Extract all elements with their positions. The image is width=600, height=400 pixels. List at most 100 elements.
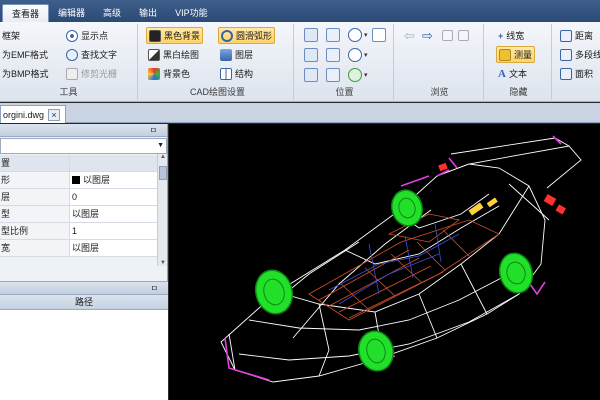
show-points-label: 显示点 xyxy=(81,31,109,41)
property-value[interactable]: 1 xyxy=(70,223,167,239)
background-color-button[interactable]: 背景色 xyxy=(146,65,192,82)
distance-button[interactable]: 距离 xyxy=(558,27,595,44)
property-value[interactable]: 0 xyxy=(70,189,167,205)
property-row[interactable]: 型 以图层 xyxy=(0,206,167,223)
path-list xyxy=(0,310,168,400)
scroll-down-icon[interactable]: ▼ xyxy=(158,260,168,266)
bw-drawing-label: 黑白绘图 xyxy=(163,50,200,60)
hand-icon[interactable] xyxy=(372,28,386,42)
group-browse: ⇦ ⇨ 浏览 xyxy=(396,24,484,100)
drawing-canvas[interactable] xyxy=(169,124,600,400)
show-points-button[interactable]: 显示点 xyxy=(64,27,110,44)
export-bmp-button[interactable]: 为BMP格式 xyxy=(0,65,51,82)
measure-label: 测量 xyxy=(514,50,533,60)
structure-label: 结构 xyxy=(235,69,254,79)
property-value[interactable]: 以图层 xyxy=(70,240,167,256)
trim-raster-button[interactable]: 修剪光栅 xyxy=(64,65,119,82)
properties-scrollbar[interactable]: ▲ ▼ xyxy=(157,154,167,266)
close-icon[interactable]: × xyxy=(48,108,61,121)
back-arrow-icon[interactable]: ⇦ xyxy=(404,28,415,44)
bw-drawing-button[interactable]: 黑白绘图 xyxy=(146,46,201,63)
scroll-up-icon[interactable]: ▲ xyxy=(158,154,168,160)
export-emf-button[interactable]: 为EMF格式 xyxy=(0,46,50,63)
group-hide: + 线宽 测量 A 文本 隐藏 xyxy=(486,24,552,100)
ribbon: 框架 为EMF格式 为BMP格式 显示点 查找文字 修剪光栅 工具 黑色背景 黑… xyxy=(0,22,600,102)
layers-label: 图层 xyxy=(235,50,254,60)
polyline-label: 多段线 xyxy=(575,50,600,60)
tab-viewer[interactable]: 查看器 xyxy=(2,4,50,22)
find-text-button[interactable]: 查找文字 xyxy=(64,46,119,63)
property-value: 以图层 xyxy=(83,175,111,185)
find-text-icon xyxy=(66,48,78,61)
bw-drawing-icon xyxy=(148,48,160,61)
zoom-in-icon[interactable] xyxy=(348,28,362,42)
layers-button[interactable]: 图层 xyxy=(218,46,255,63)
tab-advanced[interactable]: 高级 xyxy=(94,4,130,22)
mirror-icon[interactable] xyxy=(326,68,340,82)
group-tools-title: 工具 xyxy=(59,87,78,97)
property-value[interactable]: 以图层 xyxy=(70,206,167,222)
property-key: 置 xyxy=(0,155,70,171)
property-key: 宽 xyxy=(0,240,70,256)
group-cad-settings: 黑色背景 黑白绘图 背景色 圆滑弧形 图层 结构 CAD绘图设置 xyxy=(142,24,294,100)
area-button[interactable]: 面积 xyxy=(558,65,595,82)
scrollbar-thumb[interactable] xyxy=(159,166,167,180)
export-emf-label: 为EMF格式 xyxy=(2,50,48,60)
zoom-dropdown-icon[interactable]: ▾ xyxy=(364,31,368,39)
path-column-header[interactable]: 路径 xyxy=(0,294,168,310)
wheels xyxy=(254,189,534,372)
area-label: 面积 xyxy=(575,69,594,79)
zoom-window-icon[interactable] xyxy=(326,28,340,42)
property-row[interactable]: 型比例 1 xyxy=(0,223,167,240)
group-position-title: 位置 xyxy=(335,87,354,97)
group-cad-settings-title: CAD绘图设置 xyxy=(189,87,245,97)
text-label: 文本 xyxy=(508,69,527,79)
black-background-label: 黑色背景 xyxy=(164,31,201,41)
line-width-button[interactable]: + 线宽 xyxy=(496,27,526,44)
rotate-icon[interactable] xyxy=(304,68,318,82)
wheel-rear-right xyxy=(498,252,534,294)
pin-icon[interactable]: ㅁ xyxy=(151,283,158,294)
pin-icon[interactable]: ㅁ xyxy=(150,125,157,136)
distance-label: 距离 xyxy=(575,31,594,41)
group-position: ▾ ▾ ▾ 位置 xyxy=(296,24,394,100)
view-3d-dropdown-icon[interactable]: ▾ xyxy=(364,71,368,79)
property-key: 型比例 xyxy=(0,223,70,239)
extents-icon[interactable] xyxy=(326,48,340,62)
background-color-icon xyxy=(148,67,160,80)
pan-icon[interactable] xyxy=(304,28,318,42)
properties-panel: ㅁ ▼ 置 形 以图层 层 0 型 以图层 型比例 1 宽 以图层 ▲ ▼ ㅁ … xyxy=(0,124,168,400)
forward-arrow-icon[interactable]: ⇨ xyxy=(422,28,433,44)
export-view-icon[interactable] xyxy=(458,30,469,41)
frame-button[interactable]: 框架 xyxy=(0,27,22,44)
structure-button[interactable]: 结构 xyxy=(218,65,255,82)
tab-vip[interactable]: VIP功能 xyxy=(166,4,217,22)
exhaust-detail xyxy=(468,197,498,216)
black-background-button[interactable]: 黑色背景 xyxy=(146,27,204,44)
zoom-out-icon[interactable] xyxy=(348,48,362,62)
smooth-arc-button[interactable]: 圆滑弧形 xyxy=(218,27,276,44)
tab-editor[interactable]: 编辑器 xyxy=(49,4,94,22)
wheel-front-right xyxy=(358,330,394,372)
layers-icon xyxy=(220,48,232,61)
object-selector-dropdown[interactable]: ▼ xyxy=(0,138,167,154)
tab-output[interactable]: 输出 xyxy=(130,4,166,22)
car-wireframe-drawing xyxy=(220,135,582,383)
property-row[interactable]: 层 0 xyxy=(0,189,167,206)
text-button[interactable]: A 文本 xyxy=(496,65,529,82)
property-row[interactable]: 宽 以图层 xyxy=(0,240,167,257)
fit-icon[interactable] xyxy=(304,48,318,62)
zoom-out-dropdown-icon[interactable]: ▾ xyxy=(364,51,368,59)
view-3d-icon[interactable] xyxy=(348,68,362,82)
path-panel-header-bar: ㅁ xyxy=(0,281,168,294)
property-row[interactable]: 形 以图层 xyxy=(0,172,167,189)
structure-icon xyxy=(220,67,232,80)
points-icon xyxy=(66,29,78,42)
copy-view-icon[interactable] xyxy=(442,30,453,41)
measure-button[interactable]: 测量 xyxy=(496,46,536,63)
document-tab[interactable]: orgini.dwg × xyxy=(0,105,66,123)
property-value xyxy=(70,155,167,171)
plus-icon: + xyxy=(498,30,504,41)
property-value-cell[interactable]: 以图层 xyxy=(70,172,167,188)
polyline-button[interactable]: 多段线 xyxy=(558,46,600,63)
